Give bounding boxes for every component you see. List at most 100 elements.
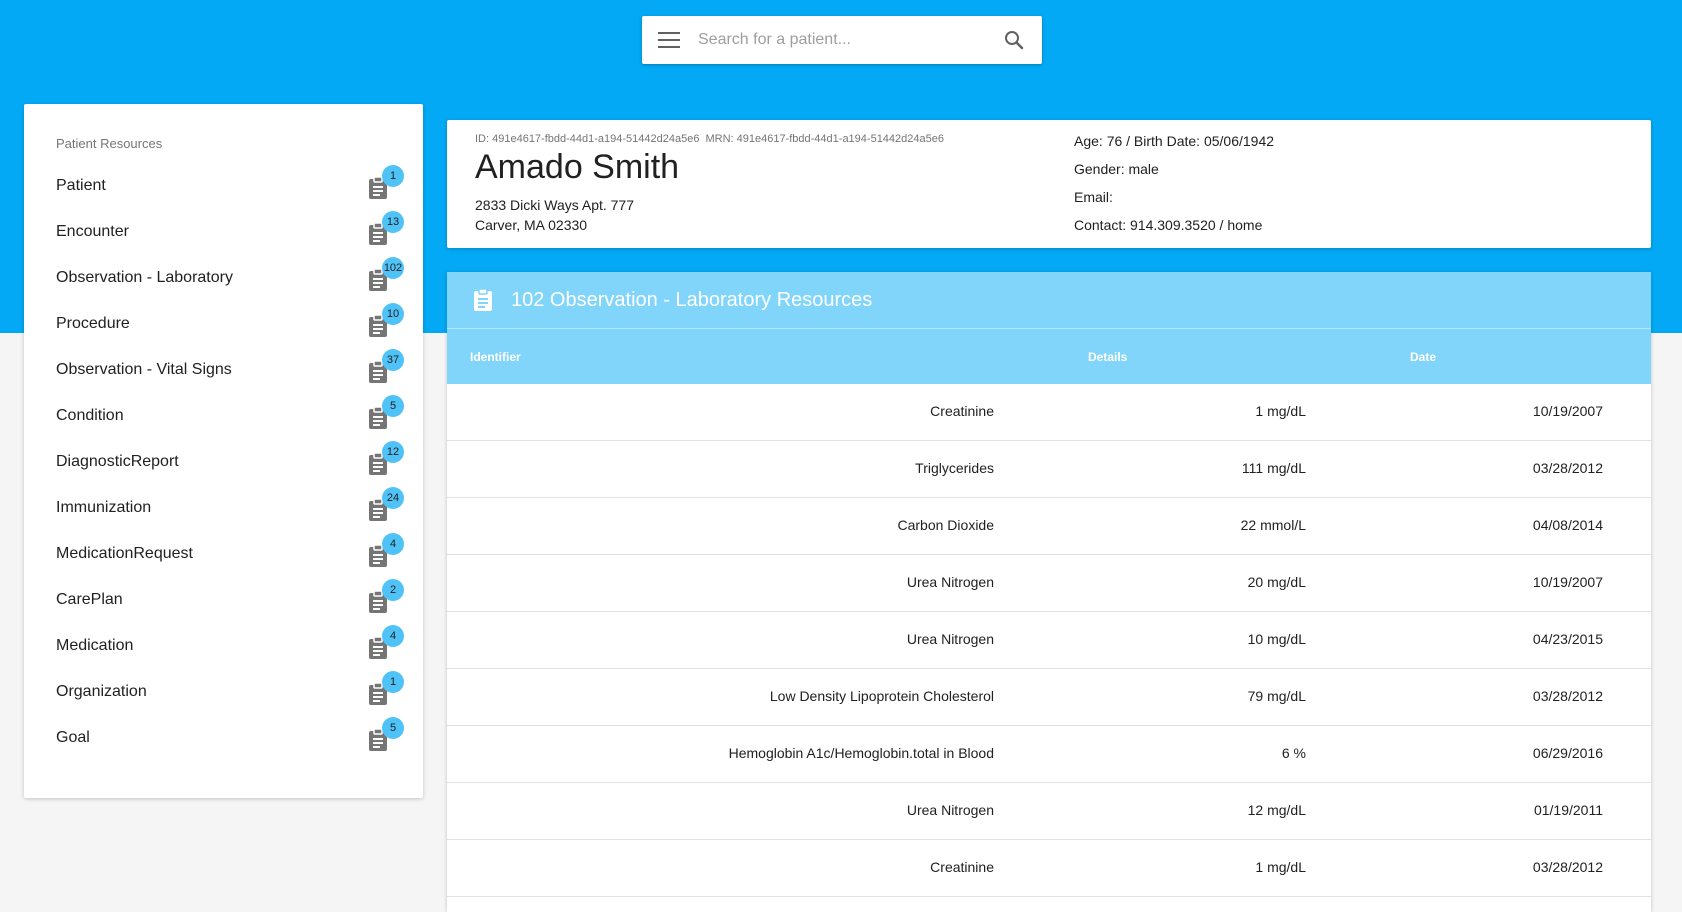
resource-table-card: 102 Observation - Laboratory Resources I… xyxy=(447,272,1651,912)
sidebar-item-label: Medication xyxy=(56,637,134,654)
sidebar-item-label: Condition xyxy=(56,407,124,424)
sidebar-item-label: Patient xyxy=(56,177,106,194)
cell-details: 79 mg/dL xyxy=(1247,688,1306,704)
count-badge: 1 xyxy=(382,165,404,187)
count-badge: 102 xyxy=(382,257,404,279)
sidebar-list: Patient 1 Encounter 13 Observation - Laborat… xyxy=(24,164,423,762)
column-details[interactable]: Details xyxy=(1088,350,1127,364)
cell-identifier: Urea Nitrogen xyxy=(906,802,994,818)
cell-date: 06/29/2016 xyxy=(1532,745,1603,761)
sidebar-item[interactable]: Observation - Laboratory 102 xyxy=(24,256,423,302)
table-body: Creatinine 1 mg/dL 10/19/2007 Triglycerides… xyxy=(447,384,1651,897)
count-badge: 12 xyxy=(382,441,404,463)
patient-contact: Contact: 914.309.3520 / home xyxy=(1074,217,1263,233)
sidebar-item-label: MedicationRequest xyxy=(56,545,193,562)
cell-date: 04/23/2015 xyxy=(1532,631,1603,647)
cell-details: 1 mg/dL xyxy=(1255,403,1306,419)
cell-details: 12 mg/dL xyxy=(1247,802,1306,818)
table-row[interactable]: Urea Nitrogen 20 mg/dL 10/19/2007 xyxy=(447,555,1651,612)
patient-address-line2: Carver, MA 02330 xyxy=(475,217,588,233)
patient-search-bar xyxy=(642,16,1042,64)
sidebar-item[interactable]: Immunization 24 xyxy=(24,486,423,532)
cell-identifier: Creatinine xyxy=(930,403,994,419)
cell-details: 6 % xyxy=(1281,745,1306,761)
cell-details: 20 mg/dL xyxy=(1247,574,1306,590)
cell-identifier: Triglycerides xyxy=(915,460,994,476)
search-input[interactable] xyxy=(696,21,1002,59)
sidebar-item[interactable]: Procedure 10 xyxy=(24,302,423,348)
patient-name: Amado Smith xyxy=(475,148,680,186)
column-date[interactable]: Date xyxy=(1410,350,1436,364)
sidebar-item-label: Organization xyxy=(56,683,147,700)
patient-resources-sidebar: Patient Resources Patient 1 Encounter 13 Obs… xyxy=(24,104,423,798)
sidebar-item[interactable]: Condition 5 xyxy=(24,394,423,440)
patient-address-line1: 2833 Dicki Ways Apt. 777 xyxy=(475,197,635,213)
count-badge: 24 xyxy=(382,487,404,509)
sidebar-item[interactable]: MedicationRequest 4 xyxy=(24,532,423,578)
count-badge: 4 xyxy=(382,533,404,555)
sidebar-item[interactable]: Encounter 13 xyxy=(24,210,423,256)
sidebar-item[interactable]: Goal 5 xyxy=(24,716,423,762)
cell-identifier: Urea Nitrogen xyxy=(906,574,994,590)
sidebar-item[interactable]: Organization 1 xyxy=(24,670,423,716)
table-row[interactable]: Creatinine 1 mg/dL 03/28/2012 xyxy=(447,840,1651,897)
table-row[interactable]: Urea Nitrogen 12 mg/dL 01/19/2011 xyxy=(447,783,1651,840)
table-row[interactable]: Low Density Lipoprotein Cholesterol 79 mg… xyxy=(447,669,1651,726)
cell-date: 03/28/2012 xyxy=(1532,688,1603,704)
cell-date: 04/08/2014 xyxy=(1532,517,1603,533)
cell-identifier: Low Density Lipoprotein Cholesterol xyxy=(769,688,994,704)
cell-details: 111 mg/dL xyxy=(1241,460,1306,476)
cell-details: 10 mg/dL xyxy=(1247,631,1306,647)
patient-email: Email: xyxy=(1074,189,1113,205)
sidebar-item[interactable]: Patient 1 xyxy=(24,164,423,210)
sidebar-item[interactable]: Observation - Vital Signs 37 xyxy=(24,348,423,394)
patient-summary-card: ID: 491e4617-fbdd-44d1-a194-51442d24a5e6… xyxy=(447,120,1651,248)
cell-date: 10/19/2007 xyxy=(1532,403,1603,419)
sidebar-item[interactable]: Medication 4 xyxy=(24,624,423,670)
sidebar-item[interactable]: DiagnosticReport 12 xyxy=(24,440,423,486)
table-row[interactable]: Hemoglobin A1c/Hemoglobin.total in Blood… xyxy=(447,726,1651,783)
count-badge: 37 xyxy=(382,349,404,371)
sidebar-item-label: Procedure xyxy=(56,315,130,332)
patient-identifiers: ID: 491e4617-fbdd-44d1-a194-51442d24a5e6… xyxy=(475,133,944,145)
cell-date: 01/19/2011 xyxy=(1533,802,1603,818)
sidebar-item-label: Immunization xyxy=(56,499,152,516)
sidebar-item-label: Observation - Laboratory xyxy=(56,269,233,286)
table-row[interactable]: Carbon Dioxide 22 mmol/L 04/08/2014 xyxy=(447,498,1651,555)
sidebar-item[interactable]: CarePlan 2 xyxy=(24,578,423,624)
resource-title: 102 Observation - Laboratory Resources xyxy=(511,288,873,311)
sidebar-item-label: Encounter xyxy=(56,223,129,240)
patient-mrn: MRN: 491e4617-fbdd-44d1-a194-51442d24a5e… xyxy=(705,133,944,145)
cell-details: 22 mmol/L xyxy=(1240,517,1306,533)
count-badge: 1 xyxy=(382,671,404,693)
count-badge: 5 xyxy=(382,717,404,739)
sidebar-item-label: Observation - Vital Signs xyxy=(56,361,232,378)
cell-identifier: Hemoglobin A1c/Hemoglobin.total in Blood xyxy=(728,745,994,761)
sidebar-item-label: CarePlan xyxy=(56,591,123,608)
menu-icon[interactable] xyxy=(658,32,680,48)
cell-identifier: Carbon Dioxide xyxy=(897,517,995,533)
table-header: Identifier Details Date xyxy=(447,329,1651,384)
patient-age-birthdate: Age: 76 / Birth Date: 05/06/1942 xyxy=(1074,133,1275,149)
search-icon[interactable] xyxy=(1002,28,1026,52)
sidebar-item-label: DiagnosticReport xyxy=(56,453,179,470)
resource-header: 102 Observation - Laboratory Resources xyxy=(447,272,1651,329)
count-badge: 13 xyxy=(382,211,404,233)
cell-date: 10/19/2007 xyxy=(1532,574,1603,590)
column-identifier[interactable]: Identifier xyxy=(470,350,521,364)
clipboard-icon xyxy=(474,288,492,311)
cell-identifier: Urea Nitrogen xyxy=(906,631,994,647)
table-row[interactable]: Urea Nitrogen 10 mg/dL 04/23/2015 xyxy=(447,612,1651,669)
count-badge: 4 xyxy=(382,625,404,647)
table-row[interactable]: Triglycerides 111 mg/dL 03/28/2012 xyxy=(447,441,1651,498)
count-badge: 2 xyxy=(382,579,404,601)
cell-identifier: Creatinine xyxy=(930,859,994,875)
patient-gender: Gender: male xyxy=(1074,161,1159,177)
count-badge: 10 xyxy=(382,303,404,325)
count-badge: 5 xyxy=(382,395,404,417)
sidebar-title: Patient Resources xyxy=(56,136,163,151)
patient-id: ID: 491e4617-fbdd-44d1-a194-51442d24a5e6 xyxy=(475,133,700,145)
table-row[interactable]: Creatinine 1 mg/dL 10/19/2007 xyxy=(447,384,1651,441)
cell-date: 03/28/2012 xyxy=(1532,859,1603,875)
cell-date: 03/28/2012 xyxy=(1532,460,1603,476)
